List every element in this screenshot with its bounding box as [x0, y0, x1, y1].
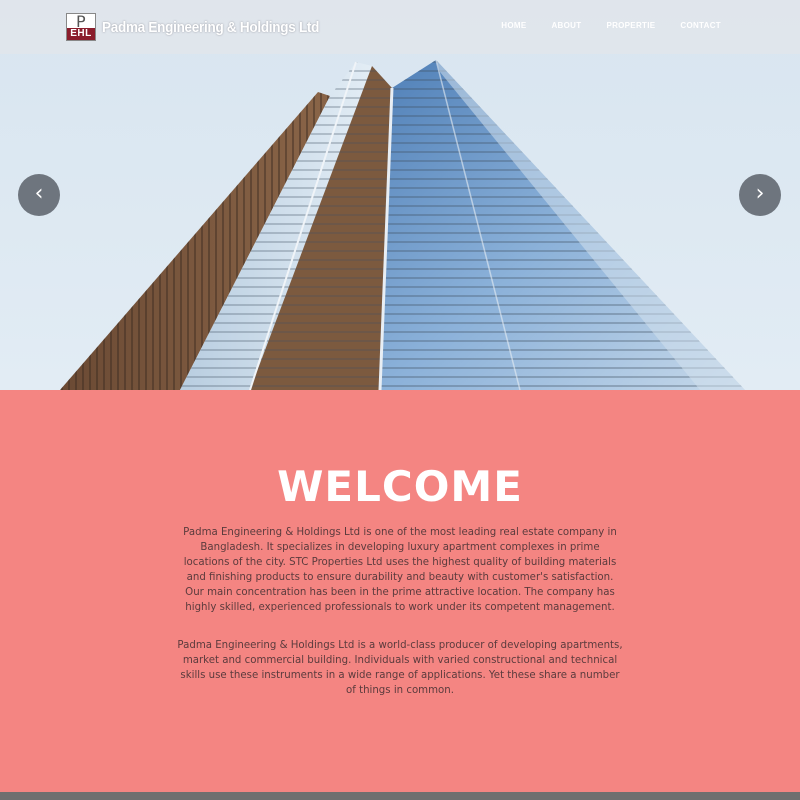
chevron-right-icon: ›	[755, 180, 765, 206]
welcome-section: WELCOME Padma Engineering & Holdings Ltd…	[0, 390, 800, 792]
nav-contact[interactable]: CONTACT	[680, 21, 721, 30]
brand-logo[interactable]: P EHL Padma Engineering & Holdings Ltd	[66, 12, 343, 41]
main-nav: HOME ABOUT PROPERTIE CONTACT	[476, 21, 721, 30]
chevron-left-icon: ‹	[34, 180, 44, 206]
welcome-paragraph-2: Padma Engineering & Holdings Ltd is a wo…	[177, 640, 623, 696]
hero-building-image	[0, 0, 800, 390]
brand-name: Padma Engineering & Holdings Ltd	[102, 18, 320, 36]
nav-home[interactable]: HOME	[501, 21, 526, 30]
top-navbar: P EHL Padma Engineering & Holdings Ltd H…	[0, 0, 800, 54]
slider-next-button[interactable]: ›	[739, 174, 781, 216]
logo-icon: P EHL	[66, 12, 96, 41]
welcome-title: WELCOME	[277, 462, 523, 511]
welcome-paragraph-1: Padma Engineering & Holdings Ltd is one …	[183, 527, 617, 613]
footer-strip	[0, 792, 800, 800]
hero-slider: P EHL Padma Engineering & Holdings Ltd H…	[0, 0, 800, 390]
nav-properties[interactable]: PROPERTIE	[606, 21, 655, 30]
nav-about[interactable]: ABOUT	[551, 21, 581, 30]
slider-prev-button[interactable]: ‹	[18, 174, 60, 216]
logo-abbreviation: EHL	[67, 28, 95, 40]
